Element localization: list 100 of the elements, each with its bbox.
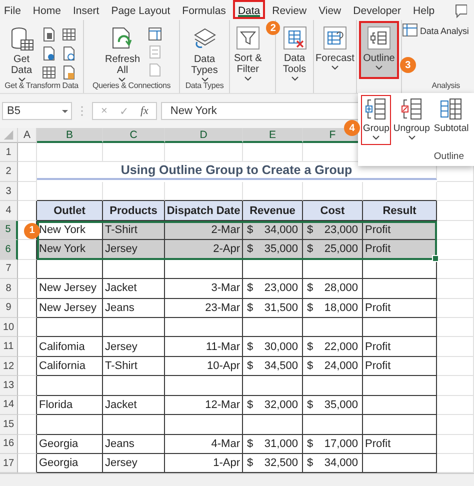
chart-icon (323, 26, 347, 50)
ungroup-icon (400, 97, 423, 121)
sheet-cell (18, 143, 37, 162)
ribbon-tab[interactable]: Insert (68, 0, 104, 19)
currency-sign: $ (307, 438, 314, 450)
row-header[interactable]: 7 (0, 260, 18, 280)
filter-icon (236, 26, 260, 50)
refresh-icon (110, 26, 134, 51)
ribbon-tab[interactable]: File (1, 0, 26, 19)
ribbon-button[interactable]: Outline (359, 21, 399, 79)
row-header[interactable]: 2 (0, 162, 18, 182)
currency-sign: $ (247, 360, 254, 372)
cell-amount: 22,000 (324, 340, 358, 353)
currency-sign: $ (307, 243, 314, 256)
currency-sign: $ (307, 224, 314, 236)
table-icon (402, 23, 418, 37)
ribbon-tab[interactable]: View (314, 0, 346, 19)
ribbon-tab[interactable]: Data (232, 0, 266, 19)
sheet-cell (18, 318, 37, 338)
table-cell: Califomia (37, 337, 103, 357)
ribbon-tab[interactable]: Page Layout (106, 0, 176, 19)
table-cell: 3-Mar (165, 279, 243, 298)
row-header[interactable]: 4 (0, 201, 18, 221)
layers-icon (192, 26, 216, 51)
sheet-cell (18, 376, 37, 396)
currency-sign: $ (307, 302, 314, 314)
sheet-cell (437, 434, 474, 454)
sheet-cell (437, 201, 474, 221)
sheet-cell (18, 298, 37, 318)
table-cell: New Jersey (37, 279, 103, 298)
document-icon (42, 27, 56, 42)
column-header[interactable]: C (103, 128, 165, 143)
ribbon-button[interactable]: Data Tools (278, 23, 310, 84)
table-cell: Jacket (103, 279, 165, 298)
sheet-cell (103, 415, 165, 435)
sheet-cell (437, 220, 474, 240)
row-header[interactable]: 16 (0, 434, 18, 454)
row-header[interactable]: 3 (0, 182, 18, 202)
step-badge: 3 (400, 57, 416, 73)
row-header[interactable]: 13 (0, 376, 18, 396)
row-header[interactable]: 5 (0, 220, 18, 240)
column-header[interactable]: D (165, 128, 243, 143)
ribbon-button[interactable]: Forecast (312, 23, 358, 73)
sheet-cell (18, 182, 37, 202)
sheet-cell (18, 434, 37, 454)
cell-amount: 31,000 (264, 438, 298, 450)
row-header[interactable]: 17 (0, 454, 18, 474)
row-header[interactable]: 15 (0, 415, 18, 435)
row-header[interactable]: 9 (0, 298, 18, 318)
ribbon-tab[interactable]: Help (408, 0, 440, 19)
outline-icon (367, 26, 391, 50)
row-header[interactable]: 10 (0, 318, 18, 338)
currency-sign: $ (247, 457, 254, 470)
sheet-cell (18, 396, 37, 416)
column-header[interactable]: B (37, 128, 103, 143)
insert-function-button[interactable]: fx (140, 105, 148, 117)
ribbon-tab[interactable]: Review (267, 0, 312, 19)
currency-sign: $ (307, 398, 314, 411)
row-header[interactable]: 1 (0, 143, 18, 162)
column-header[interactable]: E (243, 128, 303, 143)
currency-sign: $ (307, 282, 314, 294)
table-cell: New Jersey (37, 298, 103, 318)
cell-amount: 35,000 (324, 398, 358, 411)
row-header[interactable]: 12 (0, 356, 18, 376)
row-header[interactable]: 6 (0, 240, 18, 260)
column-header[interactable]: A (18, 128, 37, 143)
cell-amount: 31,500 (264, 302, 298, 314)
ribbon-tab[interactable]: Home (28, 0, 66, 19)
table-cell: Profit (363, 356, 437, 376)
cell-amount: 23,000 (264, 282, 298, 294)
table-cell: Georgia (37, 434, 103, 454)
ribbon-tab[interactable]: Formulas (177, 0, 231, 19)
cell-amount: 30,000 (264, 340, 298, 353)
cell-amount: 35,000 (264, 243, 298, 256)
sheet-cell (437, 318, 474, 338)
row-header[interactable]: 11 (0, 337, 18, 357)
ribbon-tab[interactable]: Developer (348, 0, 406, 19)
currency-sign: $ (247, 438, 254, 450)
sheet-cell (103, 318, 165, 338)
sheet-cell (18, 337, 37, 357)
row-header[interactable]: 8 (0, 279, 18, 298)
cell-amount: 25,000 (324, 243, 358, 256)
table-cell: Profit (363, 434, 437, 454)
sheet-cell (437, 415, 474, 435)
row-header[interactable]: 14 (0, 396, 18, 416)
cell-amount: 24,000 (324, 360, 358, 372)
data-analysis-button[interactable]: Data Analysi (402, 23, 469, 40)
menu-button[interactable]: Group (361, 95, 392, 145)
sheet-cell (18, 260, 37, 280)
ribbon-button[interactable]: Sort & Filter (232, 23, 264, 84)
sheet-cell (437, 376, 474, 396)
name-box[interactable]: B5 (2, 102, 72, 120)
sheet-cell (437, 298, 474, 318)
document-icon (42, 46, 56, 61)
currency-sign: $ (247, 302, 254, 314)
sheet-cell (103, 143, 165, 162)
currency-sign: $ (247, 243, 254, 256)
table-cell: T-Shirt (103, 356, 165, 376)
sheet-cell (103, 376, 165, 396)
column-heading: Cost (303, 201, 363, 221)
